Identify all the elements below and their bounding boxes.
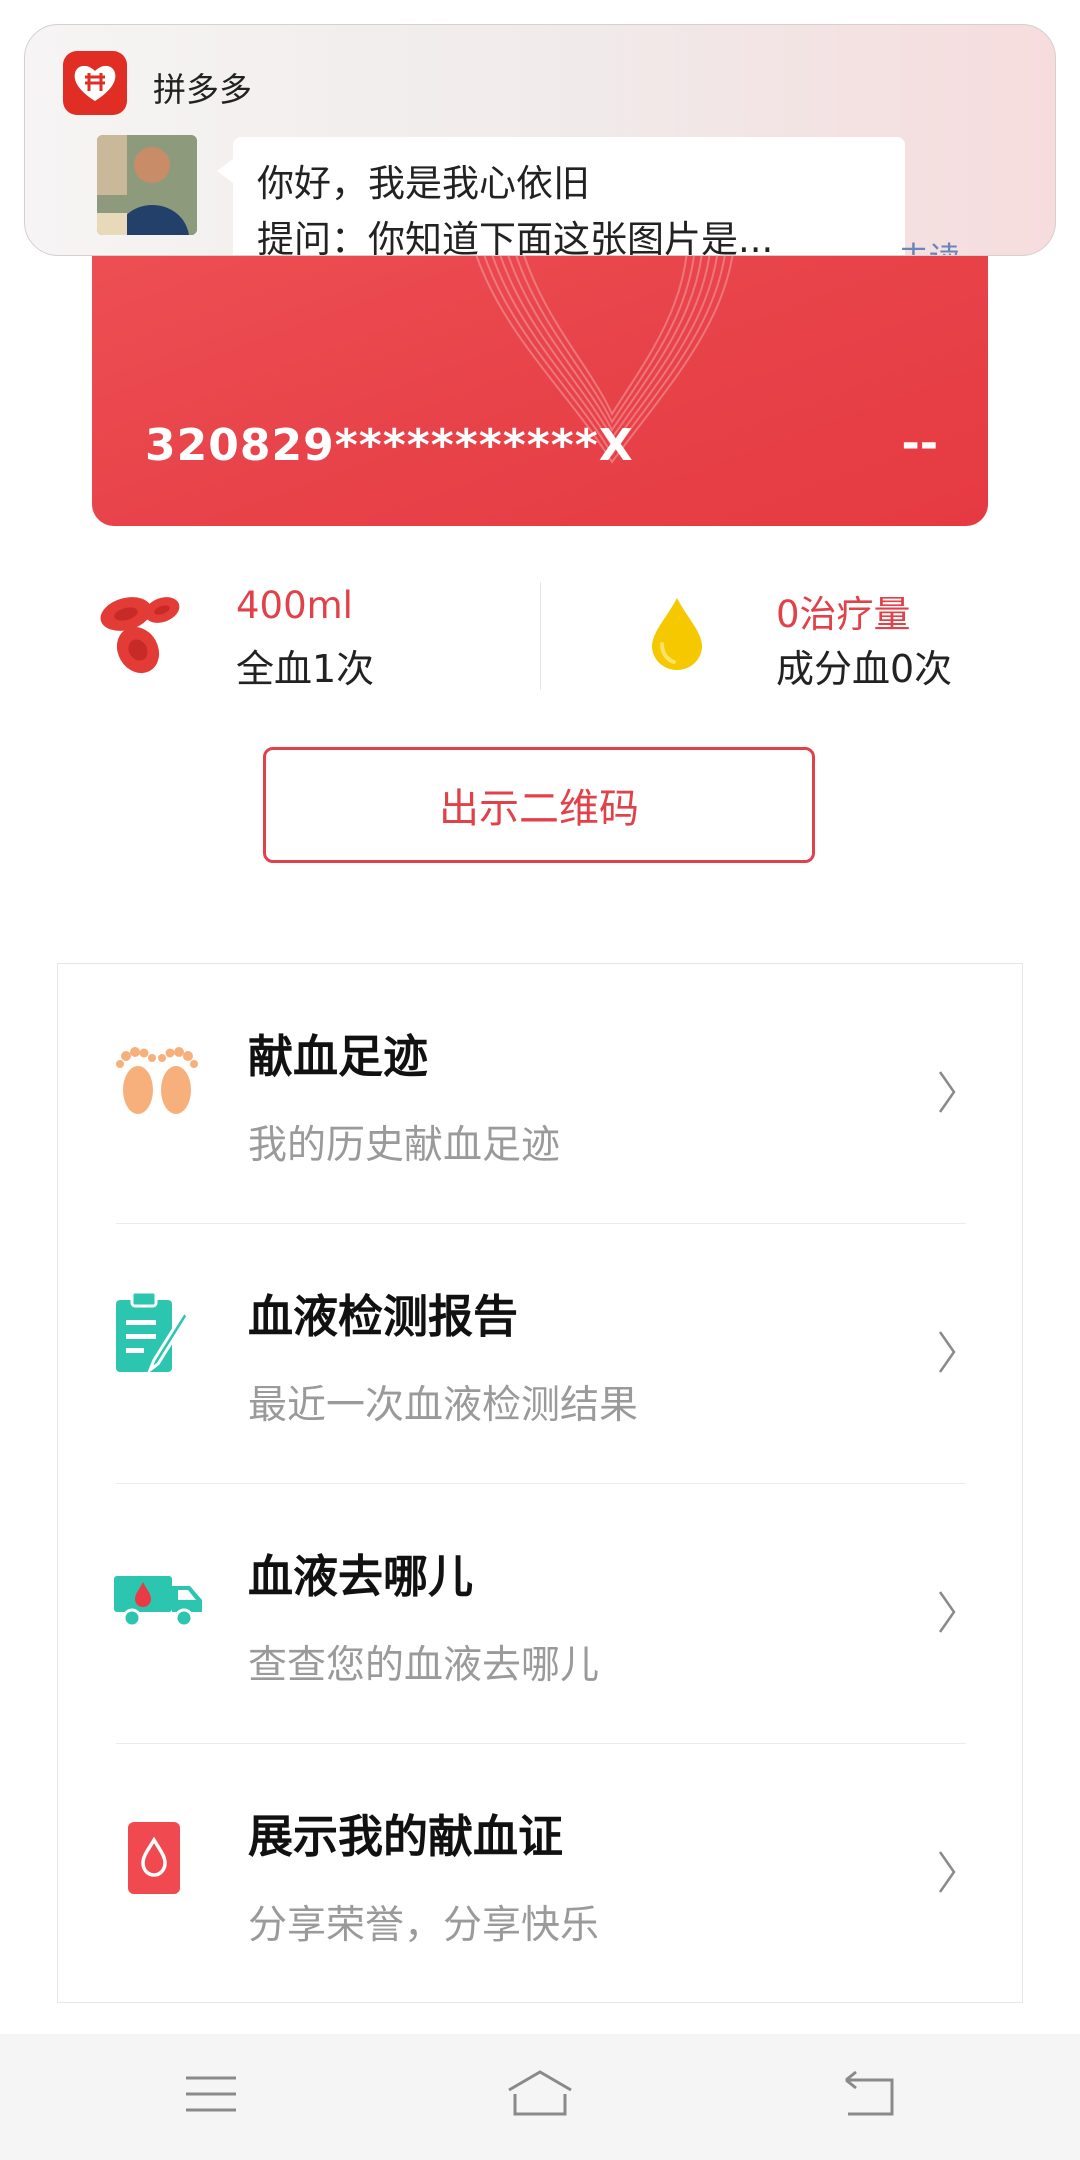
- red-blood-cells-icon: [100, 597, 180, 674]
- unread-label: 未读: [898, 233, 960, 255]
- component-blood-amount: 0治疗量: [776, 593, 911, 636]
- message-preview: 提问：你知道下面这张图片是...: [257, 218, 774, 256]
- blood-truck-icon: [114, 1576, 202, 1628]
- menu-item-subtitle: 最近一次血液检测结果: [248, 1383, 639, 1428]
- menu-item-title: 展示我的献血证: [248, 1810, 564, 1863]
- sender-avatar: [97, 135, 197, 235]
- chevron-right-icon: [938, 1071, 956, 1113]
- message-bubble: 你好，我是我心依旧 提问：你知道下面这张图片是...: [217, 137, 905, 256]
- whole-blood-count: 全血1次: [236, 647, 375, 691]
- menu-item-show-donation-certificate[interactable]: 展示我的献血证 分享荣誉，分享快乐: [58, 1744, 1024, 2004]
- blood-drop-icon: [652, 598, 702, 670]
- chevron-right-icon: [938, 1851, 956, 1893]
- component-blood-count: 成分血0次: [776, 647, 953, 691]
- clipboard-report-icon: [116, 1290, 190, 1375]
- system-navigation-bar: [0, 2034, 1080, 2160]
- donor-level: --: [901, 418, 938, 469]
- menu-item-blood-test-report[interactable]: 血液检测报告 最近一次血液检测结果: [58, 1224, 1024, 1484]
- menu-list: 献血足迹 我的历史献血足迹 血液检测报告 最近一次血液检测结果 血液去哪儿 查查…: [57, 963, 1023, 2003]
- message-greeting: 你好，我是我心依旧: [257, 162, 590, 205]
- menu-icon[interactable]: [184, 2070, 238, 2118]
- donor-id-number: 320829***********X: [145, 420, 634, 471]
- menu-item-title: 血液检测报告: [248, 1290, 519, 1343]
- menu-item-subtitle: 查查您的血液去哪儿: [248, 1643, 600, 1688]
- stats-divider: [540, 582, 541, 690]
- menu-item-subtitle: 分享荣誉，分享快乐: [248, 1903, 600, 1948]
- whole-blood-amount: 400ml: [236, 584, 353, 627]
- back-icon[interactable]: [842, 2070, 896, 2118]
- notification-app-name: 拼多多: [153, 70, 252, 109]
- menu-item-title: 献血足迹: [248, 1030, 429, 1083]
- menu-item-donation-footprints[interactable]: 献血足迹 我的历史献血足迹: [58, 964, 1024, 1224]
- pinduoduo-app-icon: [63, 51, 127, 115]
- show-qr-code-button[interactable]: 出示二维码: [263, 747, 815, 863]
- menu-item-where-blood-goes[interactable]: 血液去哪儿 查查您的血液去哪儿: [58, 1484, 1024, 1744]
- footprints-icon: [116, 1047, 198, 1114]
- chevron-right-icon: [938, 1591, 956, 1633]
- menu-item-title: 血液去哪儿: [248, 1550, 474, 1603]
- chevron-right-icon: [938, 1331, 956, 1373]
- blood-certificate-icon: [128, 1822, 180, 1894]
- notification-banner[interactable]: 拼多多 你好，我是我心依旧 提问：你知道下面这张图片是... 未读: [24, 24, 1056, 256]
- home-icon[interactable]: [505, 2068, 575, 2118]
- menu-item-subtitle: 我的历史献血足迹: [248, 1123, 561, 1168]
